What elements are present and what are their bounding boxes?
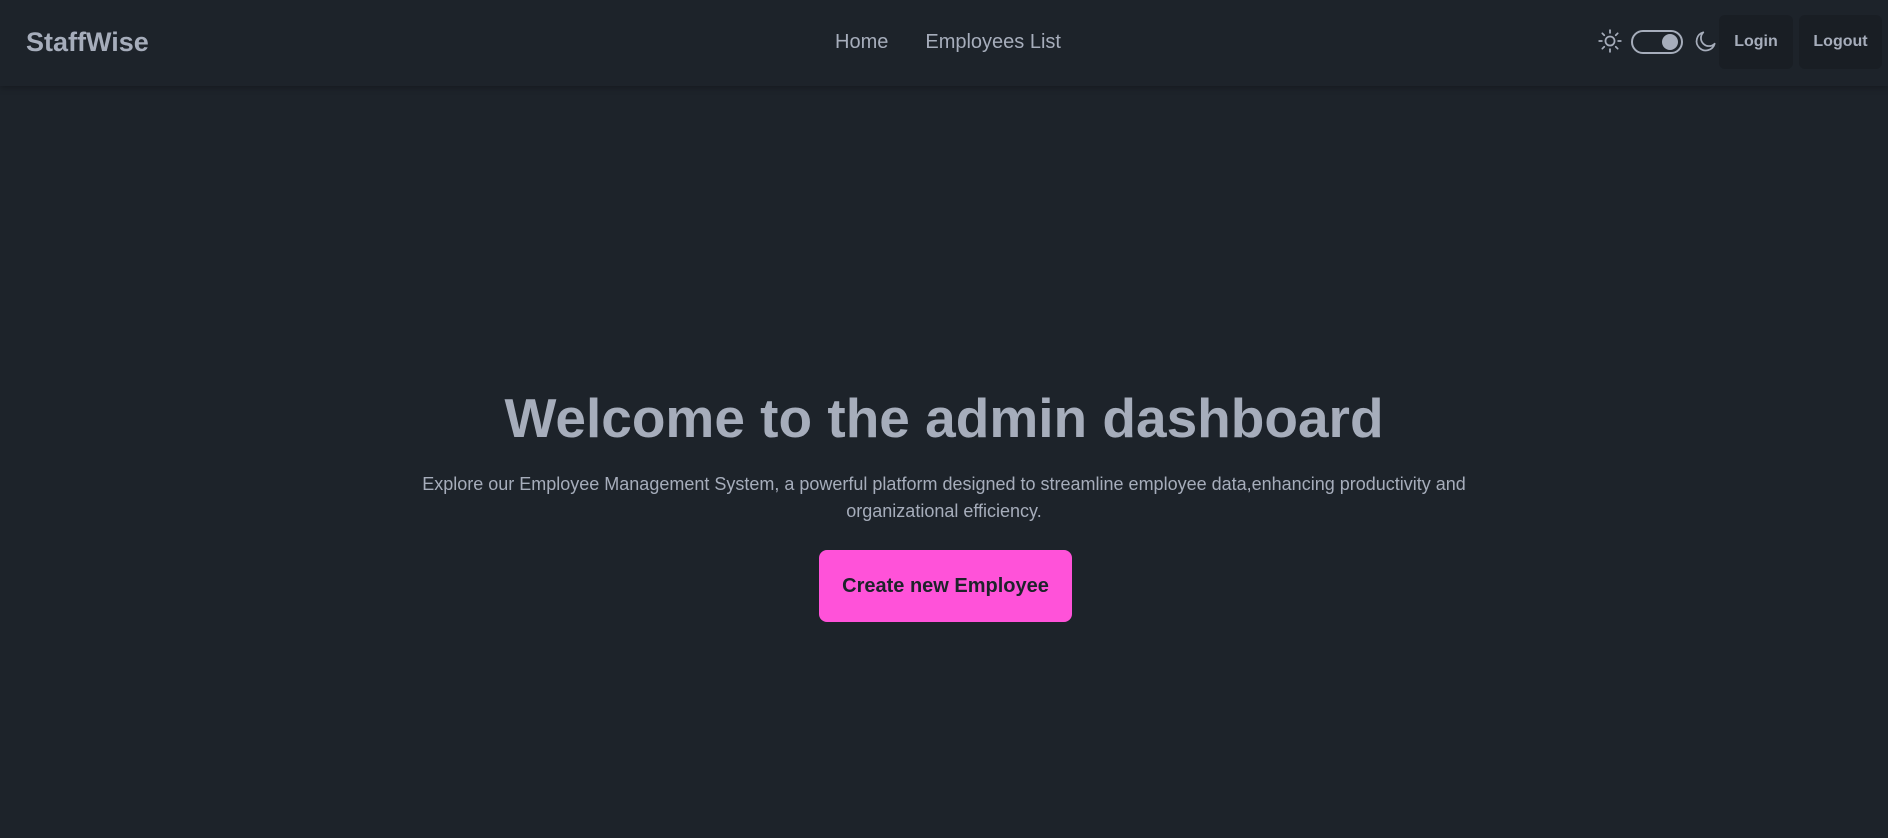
sun-icon [1598, 29, 1622, 53]
hero-title: Welcome to the admin dashboard [504, 387, 1384, 449]
hero-description: Explore our Employee Management System, … [422, 474, 1466, 521]
create-employee-button[interactable]: Create new Employee [819, 550, 1072, 622]
theme-toggle[interactable] [1631, 30, 1683, 54]
theme-switcher [1597, 28, 1719, 58]
navbar: StaffWise Home Employees List Login Logo… [0, 0, 1888, 86]
nav-link-home[interactable]: Home [835, 31, 888, 54]
moon-icon [1695, 31, 1716, 52]
brand-logo[interactable]: StaffWise [26, 27, 149, 58]
login-button[interactable]: Login [1719, 15, 1793, 69]
theme-toggle-knob [1662, 34, 1678, 50]
logout-button[interactable]: Logout [1799, 15, 1882, 69]
nav-link-employees-list[interactable]: Employees List [925, 31, 1061, 54]
hero-section: Welcome to the admin dashboard Explore o… [0, 86, 1888, 838]
nav-links: Home Employees List [835, 31, 1061, 54]
